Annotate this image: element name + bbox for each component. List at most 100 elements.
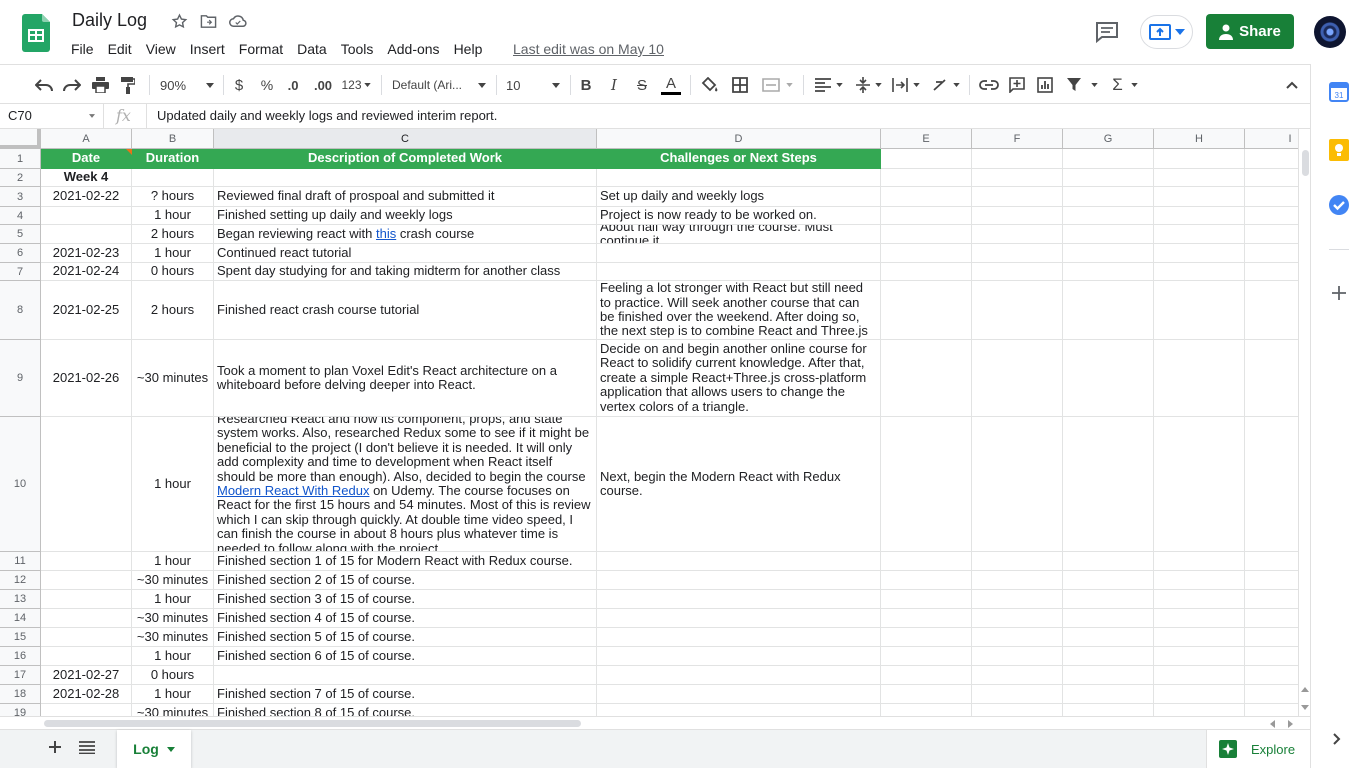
account-avatar[interactable] (1314, 16, 1346, 48)
cell-desc[interactable]: Spent day studying for and taking midter… (214, 263, 597, 281)
cell-empty[interactable] (1154, 281, 1245, 340)
horizontal-scroll-thumb[interactable] (44, 720, 581, 727)
cell-empty[interactable] (881, 263, 972, 281)
get-add-ons-plus-icon[interactable] (1332, 286, 1346, 305)
cell-next[interactable]: Set up daily and weekly logs (597, 187, 881, 207)
cell-desc[interactable]: Finished setting up daily and weekly log… (214, 207, 597, 225)
cell-empty[interactable] (972, 244, 1063, 263)
row-header[interactable]: 5 (0, 225, 41, 244)
text-rotation-icon[interactable] (930, 73, 962, 97)
cell-next[interactable]: Feeling a lot stronger with React but st… (597, 281, 881, 340)
cell-duration[interactable]: 2 hours (132, 281, 214, 340)
percent-format-button[interactable]: % (258, 73, 276, 97)
present-button[interactable] (1140, 15, 1193, 49)
column-header[interactable]: I (1245, 129, 1298, 149)
cell-desc[interactable]: Finished section 5 of 15 of course. (214, 628, 597, 647)
cell-next[interactable] (597, 704, 881, 716)
cell-empty[interactable] (1154, 590, 1245, 609)
cell-empty[interactable] (881, 609, 972, 628)
currency-format-button[interactable]: $ (230, 73, 248, 97)
cell-duration[interactable]: 1 hour (132, 685, 214, 704)
cell-duration[interactable]: ~30 minutes (132, 704, 214, 716)
cell-next[interactable] (597, 628, 881, 647)
cell-empty[interactable] (1154, 685, 1245, 704)
cell-empty[interactable] (972, 552, 1063, 571)
cell-desc[interactable]: Finished section 7 of 15 of course. (214, 685, 597, 704)
menu-data[interactable]: Data (290, 39, 334, 59)
cell-empty[interactable] (1245, 571, 1298, 590)
row-header[interactable]: 18 (0, 685, 41, 704)
cell-next[interactable] (597, 552, 881, 571)
cell-empty[interactable] (1245, 685, 1298, 704)
column-header[interactable]: E (881, 129, 972, 149)
cell-date[interactable]: Week 4 (41, 169, 132, 187)
row-header[interactable]: 15 (0, 628, 41, 647)
cell-desc[interactable]: Finished section 6 of 15 of course. (214, 647, 597, 666)
cell-empty[interactable] (1063, 590, 1154, 609)
row-header[interactable]: 19 (0, 704, 41, 716)
scroll-left-arrow-icon[interactable] (1270, 720, 1275, 728)
cell-date[interactable] (41, 590, 132, 609)
hyperlink[interactable]: this (376, 226, 396, 241)
cell-duration[interactable]: 1 hour (132, 647, 214, 666)
add-sheet-icon[interactable] (48, 740, 62, 759)
column-header[interactable]: D (597, 129, 881, 149)
cell-empty[interactable] (881, 628, 972, 647)
cell-empty[interactable] (1063, 571, 1154, 590)
explore-button[interactable]: Explore (1206, 730, 1310, 768)
cell-date[interactable] (41, 628, 132, 647)
calendar-icon[interactable]: 31 (1329, 82, 1349, 107)
hide-menus-chevron-up-icon[interactable] (1282, 73, 1302, 97)
cell-next[interactable] (597, 169, 881, 187)
cell-date[interactable]: Date (41, 149, 132, 169)
cell-empty[interactable] (1154, 340, 1245, 417)
cell-desc[interactable] (214, 666, 597, 685)
cell-next[interactable]: Challenges or Next Steps (597, 149, 881, 169)
select-all-corner[interactable] (0, 129, 41, 149)
cell-duration[interactable]: ~30 minutes (132, 571, 214, 590)
cell-empty[interactable] (972, 149, 1063, 169)
row-header[interactable]: 17 (0, 666, 41, 685)
scroll-down-arrow-icon[interactable] (1301, 705, 1309, 710)
cell-empty[interactable] (972, 417, 1063, 552)
cell-empty[interactable] (881, 552, 972, 571)
cell-next[interactable]: Next, begin the Modern React with Redux … (597, 417, 881, 552)
row-header[interactable]: 11 (0, 552, 41, 571)
cell-empty[interactable] (1154, 207, 1245, 225)
cell-empty[interactable] (1245, 552, 1298, 571)
cell-duration[interactable]: 1 hour (132, 417, 214, 552)
cell-next[interactable] (597, 244, 881, 263)
cell-empty[interactable] (1154, 552, 1245, 571)
cell-empty[interactable] (1245, 207, 1298, 225)
row-header[interactable]: 14 (0, 609, 41, 628)
menu-help[interactable]: Help (447, 39, 490, 59)
paint-format-icon[interactable] (116, 73, 140, 97)
cell-next[interactable] (597, 263, 881, 281)
menu-format[interactable]: Format (232, 39, 290, 59)
sheet-tab-log[interactable]: Log (117, 730, 191, 768)
cell-empty[interactable] (1063, 263, 1154, 281)
share-button[interactable]: Share (1206, 14, 1294, 49)
cell-empty[interactable] (972, 647, 1063, 666)
font-size-select[interactable]: 10 (506, 73, 560, 97)
row-header[interactable]: 1 (0, 149, 41, 169)
horizontal-scrollbar[interactable] (0, 716, 1310, 729)
cell-empty[interactable] (1154, 628, 1245, 647)
column-header[interactable]: H (1154, 129, 1245, 149)
column-header[interactable]: G (1063, 129, 1154, 149)
cell-duration[interactable]: 1 hour (132, 244, 214, 263)
cell-empty[interactable] (1245, 628, 1298, 647)
cell-date[interactable] (41, 704, 132, 716)
cell-duration[interactable]: 0 hours (132, 666, 214, 685)
menu-view[interactable]: View (139, 39, 183, 59)
text-color-icon[interactable]: A (660, 73, 682, 97)
column-header[interactable]: B (132, 129, 214, 149)
cell-duration[interactable]: 0 hours (132, 263, 214, 281)
tasks-icon[interactable] (1329, 195, 1349, 220)
cell-next[interactable] (597, 666, 881, 685)
cell-empty[interactable] (1245, 225, 1298, 244)
sheets-logo-icon[interactable] (22, 14, 50, 52)
merge-cells-icon[interactable] (758, 73, 796, 97)
text-wrapping-icon[interactable] (890, 73, 922, 97)
cell-desc[interactable]: Reviewed final draft of prospoal and sub… (214, 187, 597, 207)
